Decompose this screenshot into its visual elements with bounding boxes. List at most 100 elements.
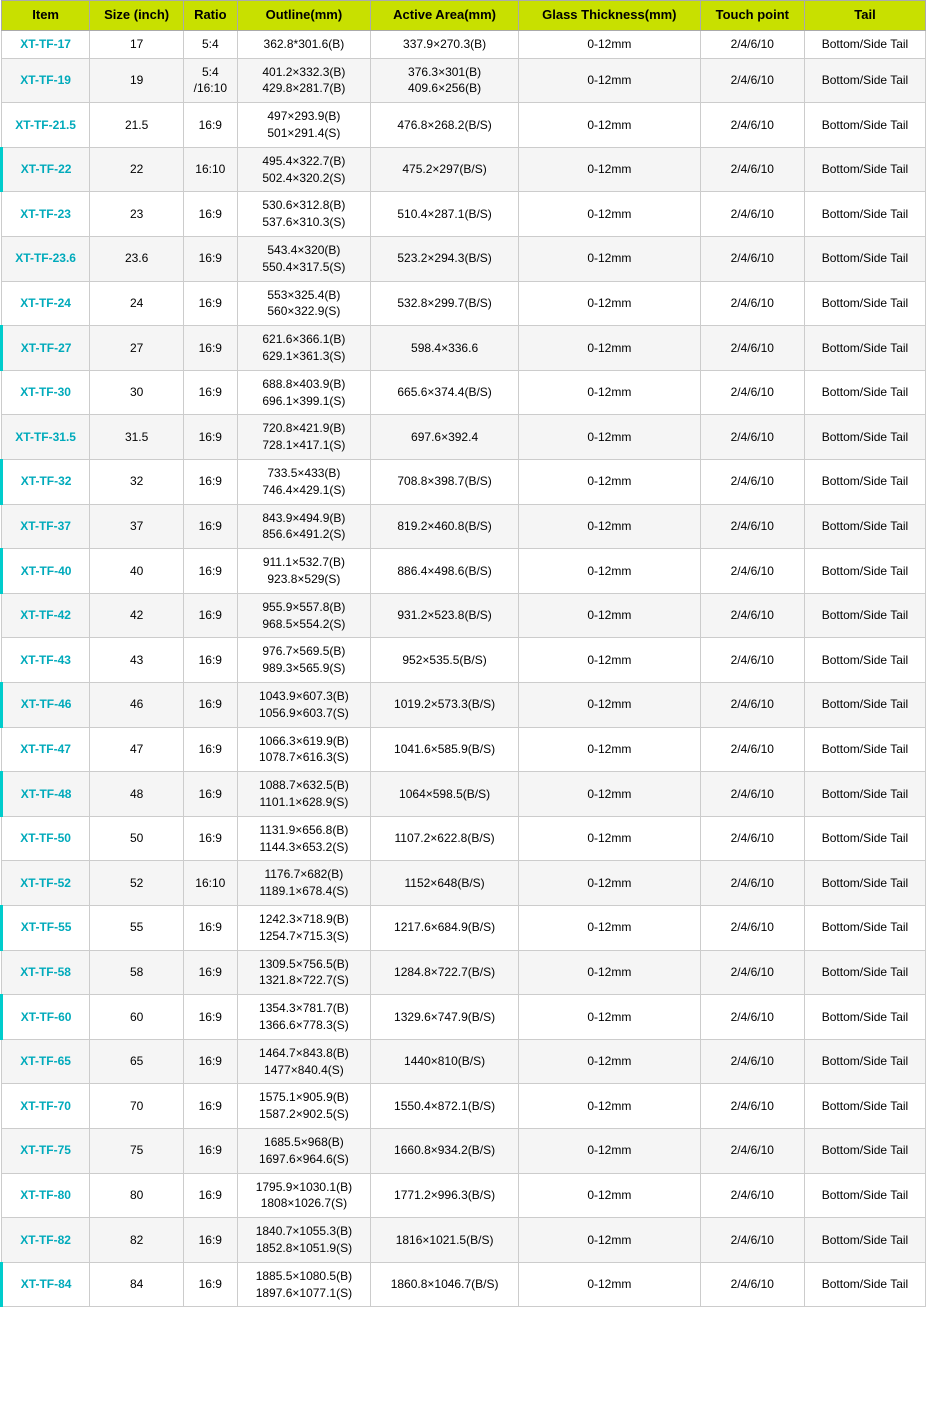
cell-outline: 1309.5×756.5(B)1321.8×722.7(S) — [237, 950, 371, 995]
cell-ratio: 16:9 — [183, 772, 237, 817]
cell-active-area: 708.8×398.7(B/S) — [371, 460, 519, 505]
cell-active-area: 475.2×297(B/S) — [371, 147, 519, 192]
cell-tail: Bottom/Side Tail — [804, 549, 925, 594]
cell-glass-thickness: 0-12mm — [519, 861, 701, 906]
cell-touch-point: 2/4/6/10 — [700, 1218, 804, 1263]
cell-tail: Bottom/Side Tail — [804, 1039, 925, 1084]
cell-active-area: 697.6×392.4 — [371, 415, 519, 460]
cell-outline: 733.5×433(B)746.4×429.1(S) — [237, 460, 371, 505]
cell-tail: Bottom/Side Tail — [804, 816, 925, 861]
cell-size: 46 — [90, 683, 184, 728]
cell-outline: 688.8×403.9(B)696.1×399.1(S) — [237, 370, 371, 415]
table-row: XT-TF-23.623.616:9543.4×320(B)550.4×317.… — [2, 237, 926, 282]
cell-glass-thickness: 0-12mm — [519, 772, 701, 817]
cell-item: XT-TF-46 — [2, 683, 90, 728]
cell-size: 55 — [90, 905, 184, 950]
cell-active-area: 376.3×301(B)409.6×256(B) — [371, 58, 519, 103]
cell-tail: Bottom/Side Tail — [804, 950, 925, 995]
cell-item: XT-TF-30 — [2, 370, 90, 415]
cell-touch-point: 2/4/6/10 — [700, 905, 804, 950]
cell-touch-point: 2/4/6/10 — [700, 727, 804, 772]
cell-active-area: 1550.4×872.1(B/S) — [371, 1084, 519, 1129]
cell-outline: 1795.9×1030.1(B)1808×1026.7(S) — [237, 1173, 371, 1218]
table-row: XT-TF-484816:91088.7×632.5(B)1101.1×628.… — [2, 772, 926, 817]
cell-touch-point: 2/4/6/10 — [700, 460, 804, 505]
cell-touch-point: 2/4/6/10 — [700, 147, 804, 192]
cell-glass-thickness: 0-12mm — [519, 192, 701, 237]
cell-outline: 1885.5×1080.5(B)1897.6×1077.1(S) — [237, 1262, 371, 1307]
cell-size: 24 — [90, 281, 184, 326]
cell-active-area: 1329.6×747.9(B/S) — [371, 995, 519, 1040]
cell-touch-point: 2/4/6/10 — [700, 683, 804, 728]
cell-size: 22 — [90, 147, 184, 192]
cell-tail: Bottom/Side Tail — [804, 1128, 925, 1173]
cell-item: XT-TF-70 — [2, 1084, 90, 1129]
cell-glass-thickness: 0-12mm — [519, 1218, 701, 1263]
cell-outline: 621.6×366.1(B)629.1×361.3(S) — [237, 326, 371, 371]
cell-outline: 1043.9×607.3(B)1056.9×603.7(S) — [237, 683, 371, 728]
cell-ratio: 16:9 — [183, 995, 237, 1040]
cell-ratio: 16:9 — [183, 1262, 237, 1307]
table-row: XT-TF-757516:91685.5×968(B)1697.6×964.6(… — [2, 1128, 926, 1173]
cell-tail: Bottom/Side Tail — [804, 192, 925, 237]
cell-glass-thickness: 0-12mm — [519, 415, 701, 460]
cell-tail: Bottom/Side Tail — [804, 638, 925, 683]
cell-tail: Bottom/Side Tail — [804, 30, 925, 58]
cell-active-area: 1816×1021.5(B/S) — [371, 1218, 519, 1263]
cell-outline: 1242.3×718.9(B)1254.7×715.3(S) — [237, 905, 371, 950]
cell-size: 84 — [90, 1262, 184, 1307]
cell-touch-point: 2/4/6/10 — [700, 593, 804, 638]
cell-item: XT-TF-32 — [2, 460, 90, 505]
header-touch-point: Touch point — [700, 1, 804, 31]
cell-size: 31.5 — [90, 415, 184, 460]
cell-active-area: 1019.2×573.3(B/S) — [371, 683, 519, 728]
cell-tail: Bottom/Side Tail — [804, 281, 925, 326]
cell-item: XT-TF-24 — [2, 281, 90, 326]
cell-active-area: 1440×810(B/S) — [371, 1039, 519, 1084]
cell-touch-point: 2/4/6/10 — [700, 504, 804, 549]
cell-glass-thickness: 0-12mm — [519, 1173, 701, 1218]
cell-tail: Bottom/Side Tail — [804, 147, 925, 192]
cell-ratio: 16:9 — [183, 192, 237, 237]
cell-size: 40 — [90, 549, 184, 594]
cell-touch-point: 2/4/6/10 — [700, 30, 804, 58]
cell-outline: 911.1×532.7(B)923.8×529(S) — [237, 549, 371, 594]
cell-outline: 543.4×320(B)550.4×317.5(S) — [237, 237, 371, 282]
cell-active-area: 1041.6×585.9(B/S) — [371, 727, 519, 772]
cell-touch-point: 2/4/6/10 — [700, 415, 804, 460]
cell-glass-thickness: 0-12mm — [519, 326, 701, 371]
product-table: Item Size (inch) Ratio Outline(mm) Activ… — [0, 0, 926, 1307]
cell-glass-thickness: 0-12mm — [519, 58, 701, 103]
cell-tail: Bottom/Side Tail — [804, 1262, 925, 1307]
cell-outline: 553×325.4(B)560×322.9(S) — [237, 281, 371, 326]
header-active-area: Active Area(mm) — [371, 1, 519, 31]
cell-ratio: 16:9 — [183, 816, 237, 861]
cell-tail: Bottom/Side Tail — [804, 727, 925, 772]
cell-glass-thickness: 0-12mm — [519, 103, 701, 148]
cell-touch-point: 2/4/6/10 — [700, 950, 804, 995]
table-row: XT-TF-848416:91885.5×1080.5(B)1897.6×107… — [2, 1262, 926, 1307]
cell-outline: 1575.1×905.9(B)1587.2×902.5(S) — [237, 1084, 371, 1129]
cell-touch-point: 2/4/6/10 — [700, 549, 804, 594]
cell-ratio: 16:9 — [183, 281, 237, 326]
table-row: XT-TF-232316:9530.6×312.8(B)537.6×310.3(… — [2, 192, 926, 237]
cell-outline: 497×293.9(B)501×291.4(S) — [237, 103, 371, 148]
cell-ratio: 16:9 — [183, 638, 237, 683]
cell-tail: Bottom/Side Tail — [804, 58, 925, 103]
cell-ratio: 16:10 — [183, 861, 237, 906]
cell-ratio: 16:9 — [183, 905, 237, 950]
cell-active-area: 665.6×374.4(B/S) — [371, 370, 519, 415]
table-row: XT-TF-828216:91840.7×1055.3(B)1852.8×105… — [2, 1218, 926, 1263]
cell-ratio: 16:9 — [183, 504, 237, 549]
cell-size: 32 — [90, 460, 184, 505]
table-row: XT-TF-434316:9976.7×569.5(B)989.3×565.9(… — [2, 638, 926, 683]
cell-glass-thickness: 0-12mm — [519, 237, 701, 282]
cell-size: 52 — [90, 861, 184, 906]
cell-ratio: 16:9 — [183, 1128, 237, 1173]
header-ratio: Ratio — [183, 1, 237, 31]
cell-outline: 401.2×332.3(B)429.8×281.7(B) — [237, 58, 371, 103]
cell-touch-point: 2/4/6/10 — [700, 638, 804, 683]
cell-item: XT-TF-75 — [2, 1128, 90, 1173]
cell-outline: 1354.3×781.7(B)1366.6×778.3(S) — [237, 995, 371, 1040]
cell-tail: Bottom/Side Tail — [804, 1173, 925, 1218]
